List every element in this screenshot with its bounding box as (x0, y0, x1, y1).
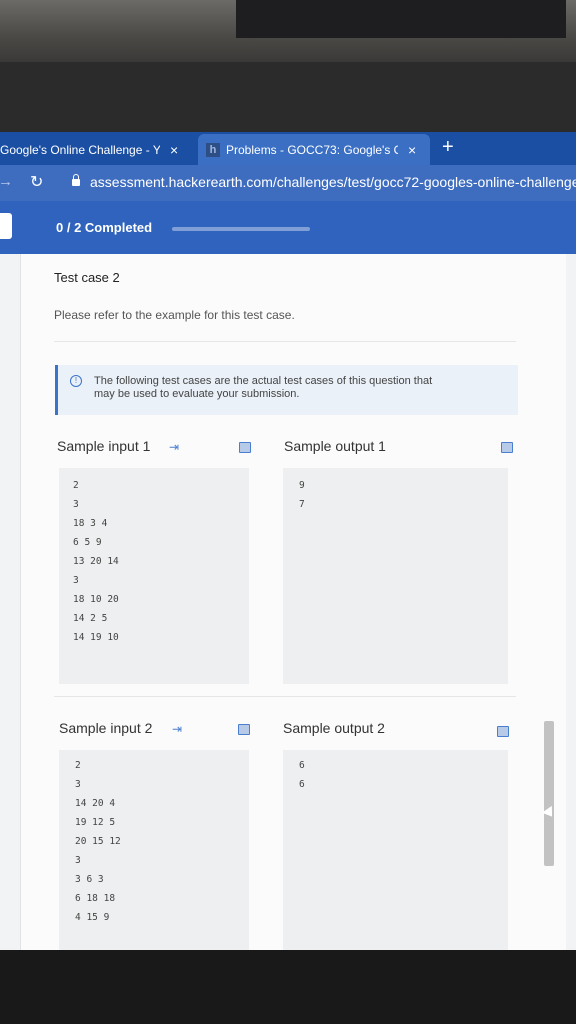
sample-input-line: 14 20 4 (75, 798, 116, 809)
tab-title: Google's Online Challenge - You (0, 142, 160, 157)
test-case-description: Please refer to the example for this tes… (54, 308, 295, 322)
sample-input-line: 18 3 4 (73, 518, 108, 529)
info-callout: ! The following test cases are the actua… (55, 365, 518, 415)
sample-input-2-label: Sample input 2 (59, 720, 153, 736)
sample-input-line: 19 12 5 (75, 817, 116, 828)
copy-icon[interactable] (501, 442, 513, 453)
progress-bar (172, 227, 310, 231)
sample-output-1-label: Sample output 1 (284, 438, 386, 454)
test-case-title: Test case 2 (54, 270, 120, 285)
divider (54, 696, 516, 697)
sample-input-line: 20 15 12 (75, 836, 121, 847)
sample-input-line: 2 (75, 760, 81, 771)
sidebar-toggle-button[interactable] (0, 213, 12, 239)
open-in-new-icon[interactable]: ⇥ (169, 440, 179, 454)
sample-input-line: 2 (73, 480, 79, 491)
sample-input-line: 4 15 9 (75, 912, 110, 923)
sample-input-line: 6 18 18 (75, 893, 116, 904)
sample-input-line: 18 10 20 (73, 594, 119, 605)
sample-output-2-label: Sample output 2 (283, 720, 385, 736)
sample-input-line: 3 (73, 575, 79, 586)
sample-input-line: 14 2 5 (73, 613, 108, 624)
laptop-bezel-bottom (0, 950, 576, 1024)
info-text: The following test cases are the actual … (94, 375, 433, 400)
forward-icon[interactable]: → (0, 173, 13, 190)
close-icon[interactable]: × (408, 142, 416, 158)
open-in-new-icon[interactable]: ⇥ (172, 722, 182, 736)
sample-input-line: 3 6 3 (75, 874, 104, 885)
sample-input-line: 14 19 10 (73, 632, 119, 643)
reload-icon[interactable]: ↻ (30, 172, 43, 192)
sample-output-line: 6 (299, 779, 305, 790)
tab-googles-online-challenge[interactable]: Google's Online Challenge - You × (0, 134, 195, 165)
sample-input-line: 3 (75, 779, 81, 790)
lock-icon (72, 174, 80, 186)
copy-icon[interactable] (497, 726, 509, 737)
sample-input-2-panel: 2 3 14 20 4 19 12 5 20 15 12 3 3 6 3 6 18 18 4 1… (59, 750, 249, 950)
new-tab-button[interactable]: + (442, 136, 454, 159)
progress-header: 0 / 2 Completed (0, 201, 576, 254)
sample-output-line: 7 (299, 499, 305, 510)
close-icon[interactable]: × (170, 142, 178, 158)
hackerearth-favicon-icon: h (206, 142, 220, 157)
url-field[interactable]: assessment.hackerearth.com/challenges/te… (90, 174, 576, 190)
tab-bar: Google's Online Challenge - You × h Prob… (0, 132, 576, 165)
address-bar: → ↻ assessment.hackerearth.com/challenge… (0, 165, 576, 201)
laptop-bezel-top (0, 62, 576, 132)
sample-output-line: 6 (299, 760, 305, 771)
tab-title: Problems - GOCC73: Google's O (226, 142, 398, 157)
sample-input-line: 3 (73, 499, 79, 510)
sample-input-1-panel: 2 3 18 3 4 6 5 9 13 20 14 3 18 10 20 14 2 5 14 1… (59, 468, 249, 684)
info-icon: ! (70, 375, 82, 387)
copy-icon[interactable] (239, 442, 251, 453)
sample-input-line: 6 5 9 (73, 537, 102, 548)
test-case-panel: Test case 2 Please refer to the example … (20, 254, 566, 950)
sample-output-line: 9 (299, 480, 305, 491)
sample-output-2-panel: 66 (283, 750, 508, 950)
copy-icon[interactable] (238, 724, 250, 735)
browser-window: Google's Online Challenge - You × h Prob… (0, 132, 576, 950)
sample-output-1-panel: 97 (283, 468, 508, 684)
sample-input-1-label: Sample input 1 (57, 438, 151, 454)
progress-text: 0 / 2 Completed (56, 220, 153, 235)
tab-problems[interactable]: h Problems - GOCC73: Google's O × (198, 134, 430, 165)
sample-input-line: 13 20 14 (73, 556, 119, 567)
sample-input-line: 3 (75, 855, 81, 866)
background-monitor (236, 0, 566, 38)
scrollbar[interactable] (544, 721, 554, 866)
divider (54, 341, 516, 342)
